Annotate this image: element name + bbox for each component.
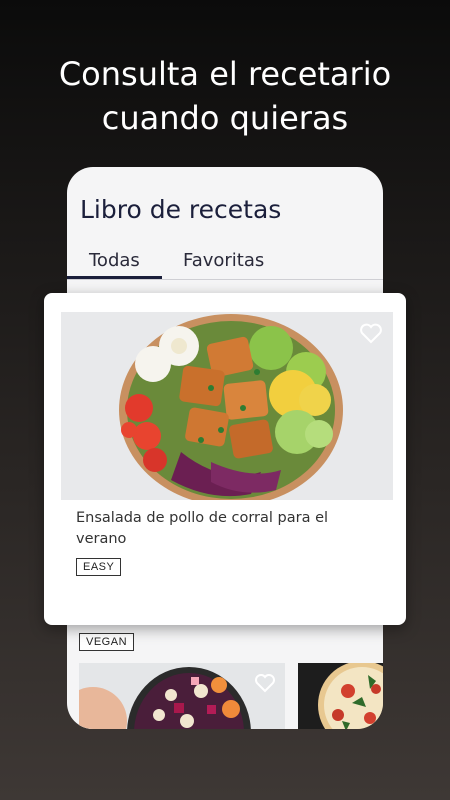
- headline-line-1: Consulta el recetario: [58, 55, 392, 93]
- tab-favorites[interactable]: Favoritas: [183, 250, 264, 271]
- difficulty-tag: EASY: [76, 558, 122, 576]
- page-title: Libro de recetas: [80, 195, 282, 224]
- headline: Consulta el recetario cuando quieras: [0, 52, 450, 140]
- vegan-tag: VEGAN: [79, 633, 135, 651]
- recipe-thumbnail-pizza[interactable]: [298, 663, 383, 729]
- active-tab-indicator: [67, 276, 162, 279]
- tab-bar: Todas Favoritas: [67, 247, 383, 280]
- tab-all[interactable]: Todas: [89, 250, 140, 271]
- recipe-title: Ensalada de pollo de corral para el vera…: [76, 510, 329, 547]
- recipe-thumbnail[interactable]: [79, 663, 285, 729]
- headline-line-2: cuando quieras: [101, 99, 349, 137]
- recipe-image: [61, 312, 393, 500]
- featured-recipe-card[interactable]: Ensalada de pollo de corral para el vera…: [44, 293, 406, 625]
